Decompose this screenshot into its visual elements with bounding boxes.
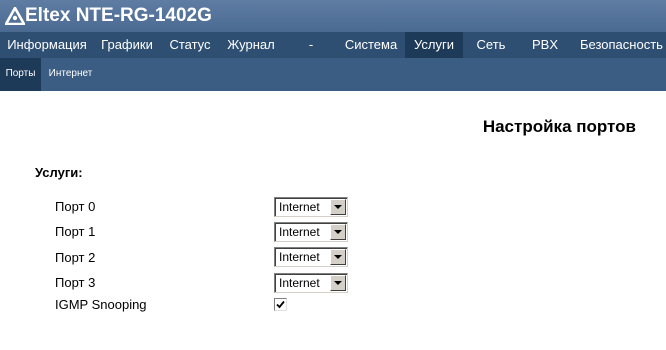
app-title: Eltex NTE-RG-1402G xyxy=(25,5,212,26)
port-3-label: Порт 3 xyxy=(55,275,96,290)
sub-nav: Порты Интернет xyxy=(0,58,666,91)
nav-item-log[interactable]: Журнал xyxy=(222,32,280,58)
chevron-down-icon[interactable] xyxy=(330,275,346,291)
section-title: Услуги: xyxy=(35,165,83,180)
subnav-item-internet[interactable]: Интернет xyxy=(43,58,98,91)
nav-item-network[interactable]: Сеть xyxy=(470,32,512,58)
igmp-snooping-label: IGMP Snooping xyxy=(55,297,147,312)
nav-item-security[interactable]: Безопасность xyxy=(574,32,666,58)
checkmark-icon xyxy=(276,300,285,309)
port-3-select[interactable]: Internet xyxy=(274,273,348,293)
eltex-logo-icon xyxy=(5,7,25,25)
port-0-select-value: Internet xyxy=(279,200,320,214)
igmp-snooping-checkbox[interactable] xyxy=(274,298,287,311)
nav-item-services[interactable]: Услуги xyxy=(405,32,463,58)
port-2-select-value: Internet xyxy=(279,250,320,264)
nav-item-system[interactable]: Система xyxy=(338,32,404,58)
port-2-label: Порт 2 xyxy=(55,250,96,265)
nav-item-separator[interactable]: - xyxy=(296,32,326,58)
nav-item-information[interactable]: Информация xyxy=(0,32,94,58)
main-nav: Информация Графики Статус Журнал - Систе… xyxy=(0,32,666,58)
title-bar: Eltex NTE-RG-1402G xyxy=(0,0,666,32)
nav-item-graphs[interactable]: Графики xyxy=(94,32,160,58)
port-0-label: Порт 0 xyxy=(55,199,96,214)
nav-item-pbx[interactable]: PBX xyxy=(525,32,565,58)
chevron-down-icon[interactable] xyxy=(330,249,346,265)
nav-item-status[interactable]: Статус xyxy=(164,32,216,58)
chevron-down-icon[interactable] xyxy=(330,199,346,215)
port-2-select[interactable]: Internet xyxy=(274,247,348,267)
port-0-select[interactable]: Internet xyxy=(274,197,348,217)
subnav-item-ports[interactable]: Порты xyxy=(0,58,41,91)
port-1-label: Порт 1 xyxy=(55,224,96,239)
port-3-select-value: Internet xyxy=(279,276,320,290)
chevron-down-icon[interactable] xyxy=(330,224,346,240)
page-title: Настройка портов xyxy=(482,117,636,136)
port-1-select[interactable]: Internet xyxy=(274,222,348,242)
port-1-select-value: Internet xyxy=(279,225,320,239)
